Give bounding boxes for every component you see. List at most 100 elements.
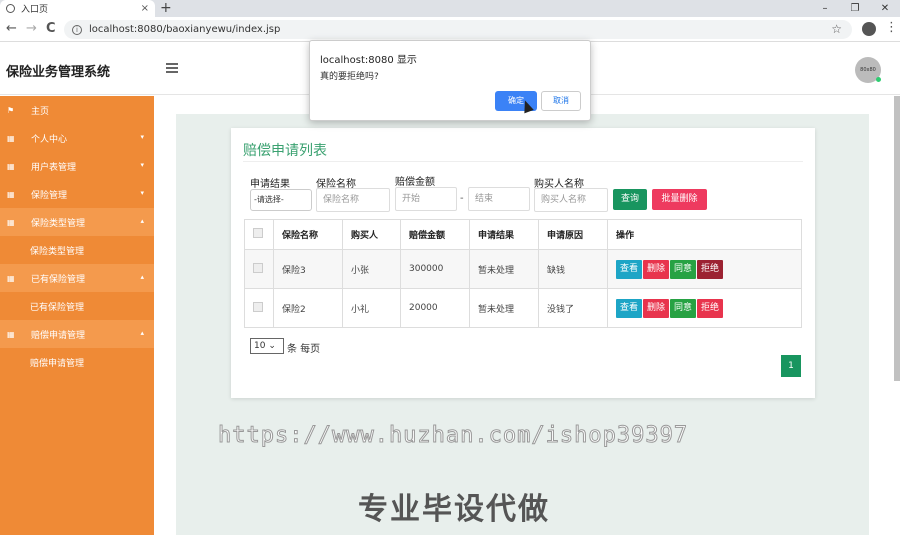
table-row: 保险3 小张 300000 暂未处理 缺钱 查看 删除 同意 拒绝 — [244, 249, 802, 289]
watermark-slogan: 专业毕设代做 — [358, 492, 550, 527]
view-button[interactable]: 查看 — [616, 259, 643, 279]
sidebar-item[interactable]: ▦ 个人中心 ▾ — [0, 124, 154, 152]
sidebar-subitem[interactable]: 已有保险管理 — [0, 292, 154, 320]
table-header-row: 保险名称 购买人 赔偿金额 申请结果 申请原因 操作 — [244, 219, 802, 250]
sidebar-item-label: 保险管理 — [31, 190, 68, 201]
caret-icon: ▾ — [140, 189, 144, 197]
amount-label: 赔偿金额 — [395, 177, 435, 188]
cell-result: 暂未处理 — [469, 288, 539, 328]
header-insurance-name: 保险名称 — [273, 219, 343, 250]
cell-buyer: 小礼 — [342, 288, 401, 328]
agree-button[interactable]: 同意 — [670, 259, 697, 279]
sidebar-item-label: 保险类型管理 — [31, 218, 86, 229]
forward-icon[interactable]: → — [26, 21, 37, 37]
row-checkbox[interactable] — [253, 262, 263, 273]
cell-reason: 没钱了 — [538, 288, 608, 328]
sidebar-item-label: 已有保险管理 — [31, 274, 86, 285]
cell-result: 暂未处理 — [469, 249, 539, 289]
sidebar-item[interactable]: ⚑ 主页 — [0, 96, 154, 124]
dialog-cancel-button[interactable]: 取消 — [541, 91, 581, 111]
batch-delete-button[interactable]: 批量删除 — [652, 189, 707, 210]
grid-icon: ▦ — [7, 217, 15, 227]
grid-icon: ▦ — [7, 133, 15, 143]
menu-kebab-icon[interactable]: ⋮ — [885, 20, 898, 35]
watermark-url: https://www.huzhan.com/ishop39397 — [217, 423, 689, 449]
info-icon[interactable]: i — [72, 24, 82, 35]
sidebar-item[interactable]: ▦ 赔偿申请管理 ▴ — [0, 320, 154, 348]
cell-insurance-name: 保险3 — [273, 249, 343, 289]
header-amount: 赔偿金额 — [400, 219, 470, 250]
page-size-select[interactable]: 10 ⌄ — [250, 338, 284, 354]
globe-icon — [6, 4, 15, 13]
grid-icon: ▦ — [7, 161, 15, 171]
browser-tab[interactable]: 入口页 × — [0, 0, 155, 17]
result-select[interactable]: -请选择- — [250, 189, 312, 211]
new-tab-button[interactable]: + — [160, 0, 172, 17]
claims-table: 保险名称 购买人 赔偿金额 申请结果 申请原因 操作 保险3 小张 300000… — [244, 219, 802, 328]
grid-icon: ▦ — [7, 329, 15, 339]
back-icon[interactable]: ← — [6, 21, 17, 37]
reload-icon[interactable]: C — [46, 21, 56, 37]
browser-tab-bar: 入口页 × + – ❐ ✕ — [0, 0, 900, 17]
maximize-button[interactable]: ❐ — [840, 0, 870, 17]
sidebar: ⚑ 主页 ▦ 个人中心 ▾ ▦ 用户表管理 ▾ ▦ 保险管理 ▾ ▦ 保险类型管理 ▴ 保险类型管理 ▦ 已有保… — [0, 96, 154, 535]
sidebar-item-label: 赔偿申请管理 — [31, 330, 86, 341]
sidebar-item[interactable]: ▦ 用户表管理 ▾ — [0, 152, 154, 180]
delete-button[interactable]: 删除 — [643, 298, 670, 318]
cell-amount: 20000 — [400, 288, 470, 328]
select-all-cell — [244, 219, 274, 250]
amount-start-input[interactable]: 开始 — [395, 187, 457, 211]
scrollbar[interactable] — [894, 96, 900, 381]
row-select-cell — [244, 249, 274, 289]
tab-close-icon[interactable]: × — [141, 3, 149, 14]
sidebar-item-label: 已有保险管理 — [30, 302, 85, 313]
url-text: localhost:8080/baoxianyewu/index.jsp — [89, 24, 281, 35]
sidebar-item[interactable]: ▦ 已有保险管理 ▴ — [0, 264, 154, 292]
confirm-dialog: localhost:8080 显示 真的要拒绝吗? 确定 取消 — [309, 40, 591, 121]
header-actions: 操作 — [607, 219, 802, 250]
range-separator: - — [460, 193, 464, 204]
divider — [243, 161, 803, 162]
cell-reason: 缺钱 — [538, 249, 608, 289]
select-all-checkbox[interactable] — [253, 228, 263, 238]
app-title: 保险业务管理系统 — [6, 65, 111, 80]
reject-button[interactable]: 拒绝 — [697, 298, 724, 318]
header-result: 申请结果 — [469, 219, 539, 250]
online-status-dot — [876, 77, 881, 82]
sidebar-item-label: 个人中心 — [31, 134, 68, 145]
sidebar-item-label: 用户表管理 — [31, 162, 77, 173]
view-button[interactable]: 查看 — [616, 298, 643, 318]
per-page-label: 条 每页 — [287, 344, 321, 355]
sidebar-item-label: 赔偿申请管理 — [30, 358, 85, 369]
minimize-button[interactable]: – — [810, 0, 840, 17]
sidebar-item[interactable]: ▦ 保险管理 ▾ — [0, 180, 154, 208]
page-number-button[interactable]: 1 — [781, 355, 801, 377]
address-bar: ← → C i localhost:8080/baoxianyewu/index… — [0, 17, 900, 42]
buyer-name-input[interactable]: 购买人名称 — [534, 188, 608, 212]
sidebar-item-label: 主页 — [31, 106, 50, 117]
query-button[interactable]: 查询 — [613, 189, 647, 210]
delete-button[interactable]: 删除 — [643, 259, 670, 279]
row-checkbox[interactable] — [253, 301, 263, 312]
profile-icon[interactable] — [862, 22, 876, 36]
close-window-button[interactable]: ✕ — [870, 0, 900, 17]
insurance-name-input[interactable]: 保险名称 — [316, 188, 390, 212]
dialog-message: 真的要拒绝吗? — [320, 72, 379, 82]
amount-end-input[interactable]: 结束 — [468, 187, 530, 211]
caret-icon: ▴ — [140, 273, 144, 281]
hamburger-menu-icon[interactable] — [166, 63, 178, 75]
caret-icon: ▴ — [140, 329, 144, 337]
caret-icon: ▾ — [140, 161, 144, 169]
agree-button[interactable]: 同意 — [670, 298, 697, 318]
grid-icon: ▦ — [7, 273, 15, 283]
cell-insurance-name: 保险2 — [273, 288, 343, 328]
sidebar-subitem[interactable]: 保险类型管理 — [0, 236, 154, 264]
bookmark-star-icon[interactable]: ☆ — [831, 22, 842, 36]
caret-icon: ▾ — [140, 133, 144, 141]
dialog-title: localhost:8080 显示 — [320, 55, 417, 66]
sidebar-item[interactable]: ▦ 保险类型管理 ▴ — [0, 208, 154, 236]
url-field[interactable]: i localhost:8080/baoxianyewu/index.jsp ☆ — [64, 20, 852, 39]
sidebar-subitem[interactable]: 赔偿申请管理 — [0, 348, 154, 376]
reject-button[interactable]: 拒绝 — [697, 259, 724, 279]
cell-actions: 查看 删除 同意 拒绝 — [607, 249, 802, 289]
